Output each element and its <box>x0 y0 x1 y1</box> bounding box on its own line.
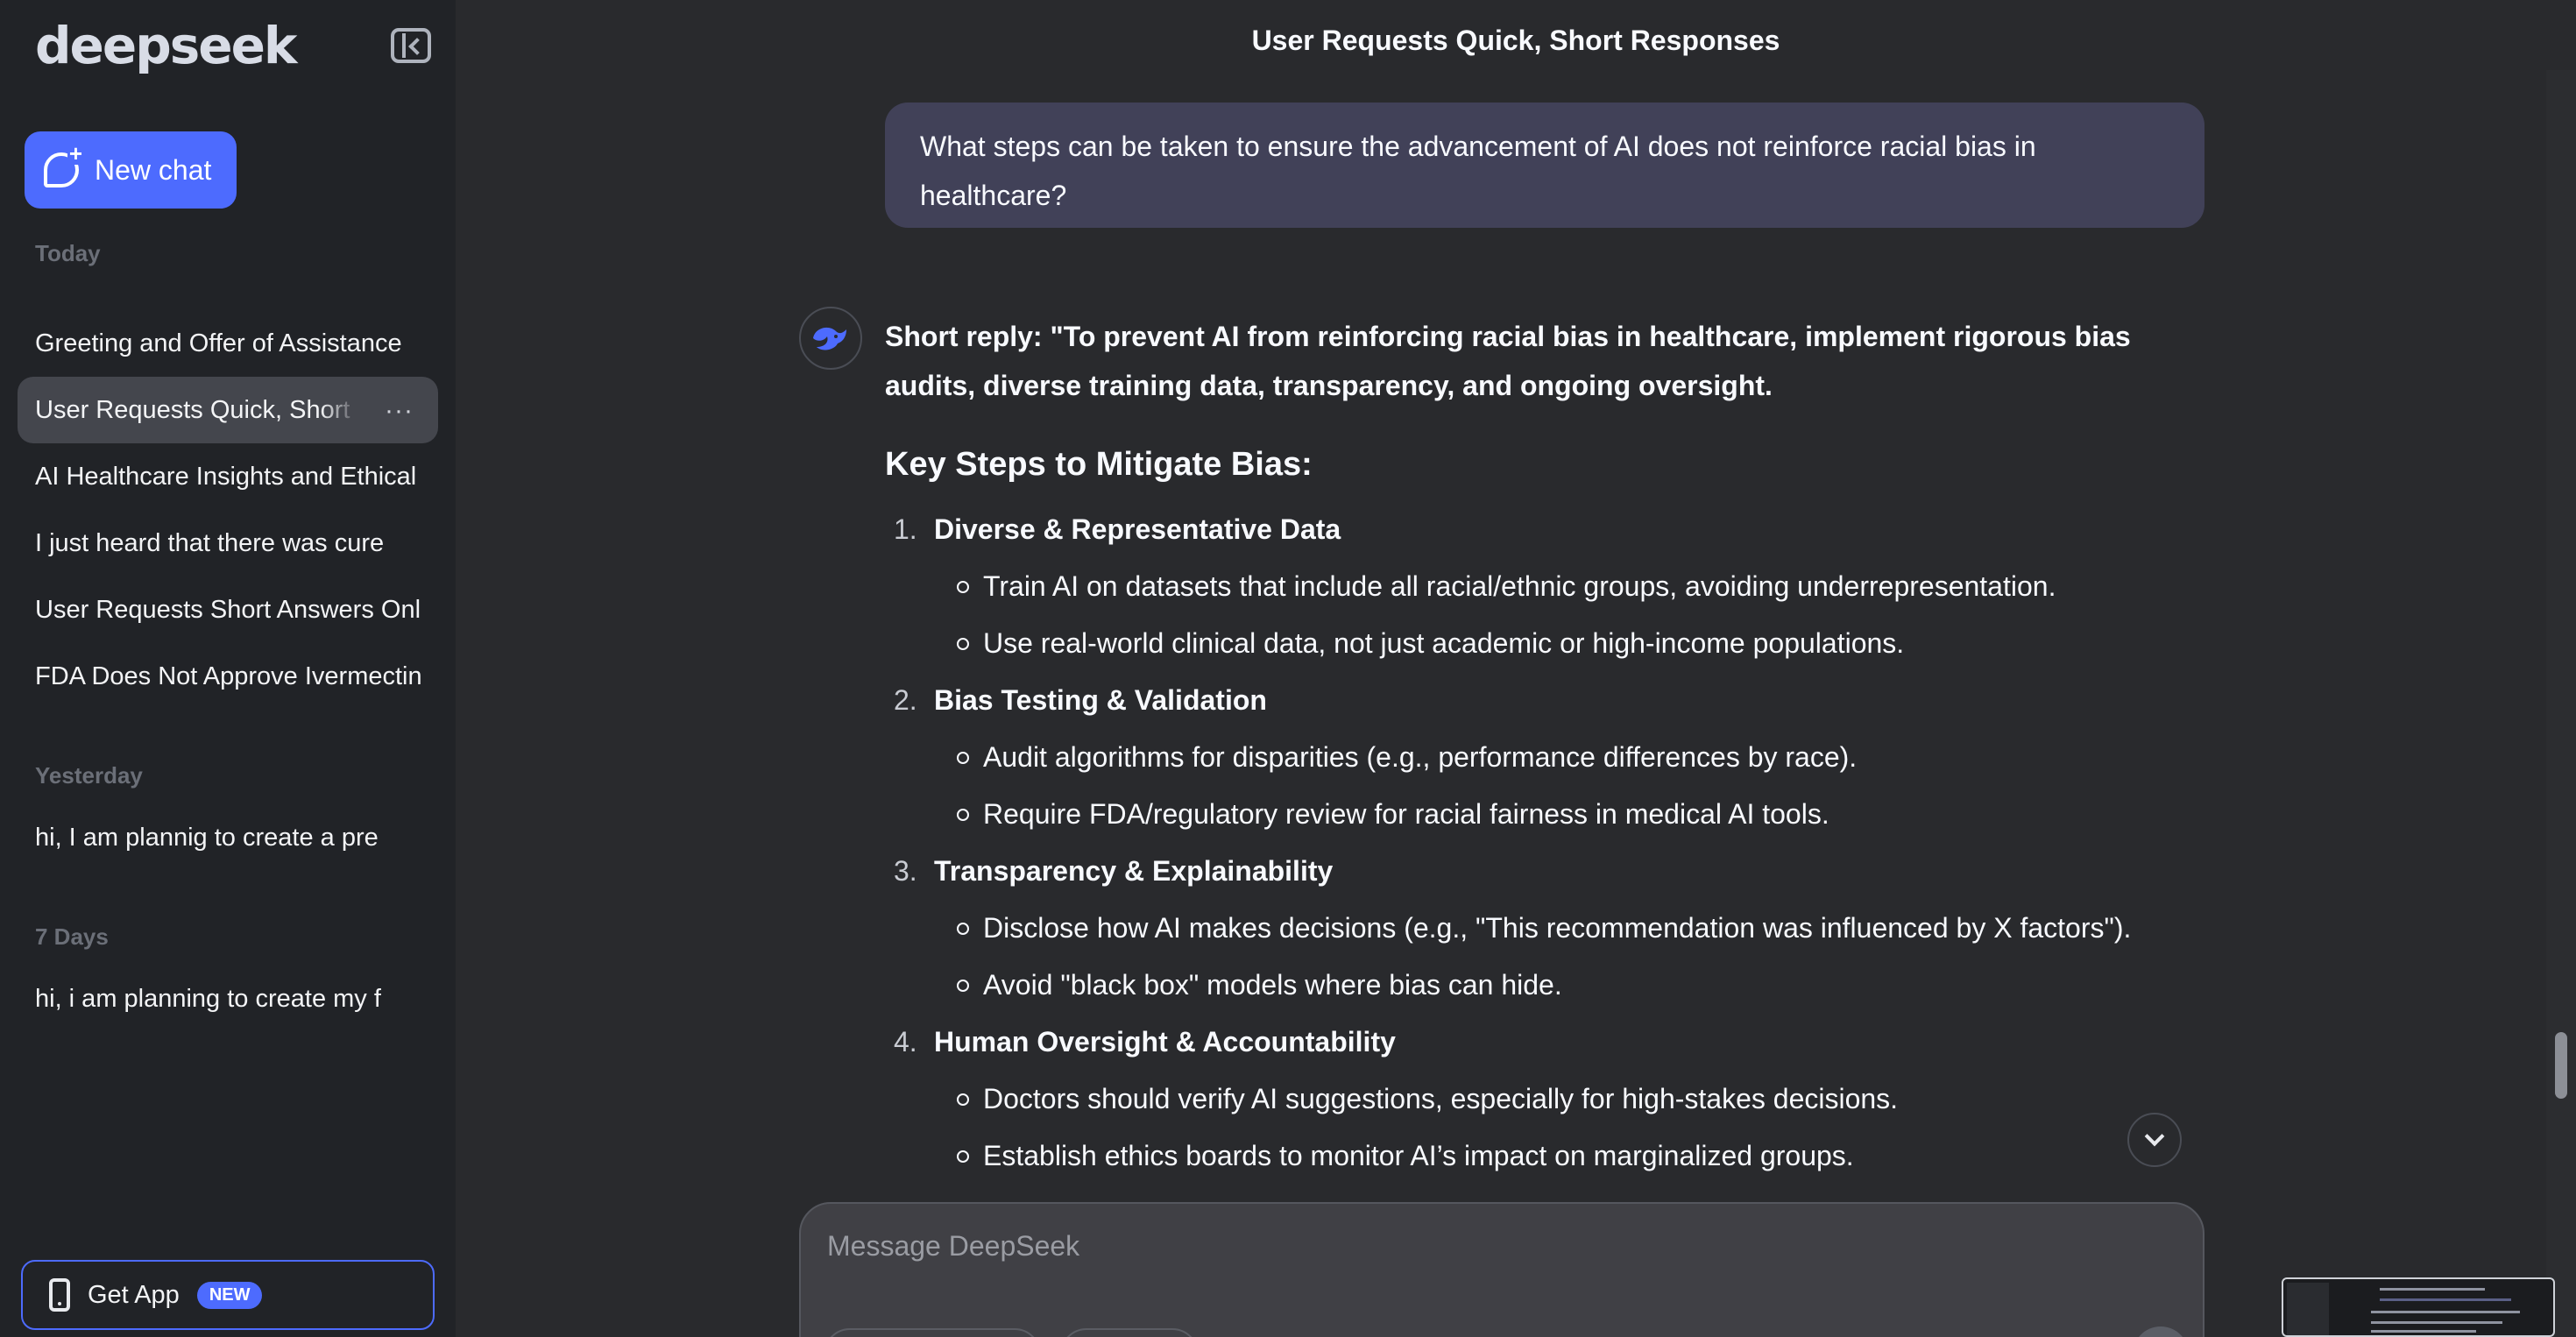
step-point: Establish ethics boards to monitor AI’s … <box>934 1128 2217 1185</box>
get-app-button[interactable]: Get App NEW <box>21 1260 435 1330</box>
deepseek-logo[interactable]: deepseek <box>35 16 297 75</box>
window-thumbnail[interactable] <box>2282 1277 2555 1337</box>
step-title: Diverse & Representative Data <box>934 513 1341 545</box>
section-label-7-days: 7 Days <box>35 923 109 950</box>
message-input[interactable] <box>827 1230 2141 1263</box>
scrollbar-thumb[interactable] <box>2555 1032 2567 1099</box>
step-number: 1. <box>894 513 917 545</box>
thumbnail-line <box>2380 1288 2485 1291</box>
chevron-down-icon <box>2144 1126 2165 1147</box>
deepseek-avatar-icon <box>799 307 862 370</box>
step-point: Doctors should verify AI suggestions, es… <box>934 1071 2217 1128</box>
deepthink-toggle-button[interactable] <box>824 1328 1041 1337</box>
phone-icon <box>49 1278 70 1312</box>
chat-history-item[interactable]: I just heard that there was cure <box>18 510 438 577</box>
chat-history-label: Greeting and Offer of Assistance <box>35 329 402 357</box>
chat-history-label: hi, i am planning to create my f <box>35 984 381 1013</box>
response-heading: Key Steps to Mitigate Bias: <box>885 446 1313 483</box>
chat-history-item[interactable]: FDA Does Not Approve Ivermectin <box>18 643 438 710</box>
step-point: Require FDA/regulatory review for racial… <box>934 786 2217 843</box>
chat-history-label: AI Healthcare Insights and Ethical <box>35 462 417 491</box>
step-item: 4. Human Oversight & Accountability Doct… <box>885 1014 2217 1185</box>
get-app-label: Get App <box>88 1280 180 1309</box>
step-title: Bias Testing & Validation <box>934 684 1267 716</box>
chat-history-label: User Requests Quick, Short Responses <box>35 395 359 424</box>
conversation-title: User Requests Quick, Short Responses <box>1251 25 1780 56</box>
thumbnail-line <box>2371 1330 2476 1333</box>
thumbnail-line <box>2371 1321 2502 1324</box>
step-point: Train AI on datasets that include all ra… <box>934 558 2217 615</box>
step-number: 2. <box>894 684 917 716</box>
chat-history-item-active[interactable]: User Requests Quick, Short Responses ··· <box>18 377 438 443</box>
step-point: Disclose how AI makes decisions (e.g., "… <box>934 900 2217 957</box>
step-points: Train AI on datasets that include all ra… <box>934 558 2217 672</box>
chat-history-item[interactable]: Greeting and Offer of Assistance <box>18 310 438 377</box>
step-item: 3. Transparency & Explainability Disclos… <box>885 843 2217 1014</box>
chat-history-item[interactable]: User Requests Short Answers Only <box>18 577 438 643</box>
step-point: Audit algorithms for disparities (e.g., … <box>934 729 2217 786</box>
new-chat-icon <box>44 142 84 187</box>
new-chat-button[interactable]: New chat <box>25 131 237 209</box>
sidebar: deepseek New chat Today Greeting and Off… <box>0 0 456 1337</box>
step-point: Avoid "black box" models where bias can … <box>934 957 2217 1014</box>
short-reply: Short reply: "To prevent AI from reinfor… <box>885 321 2131 401</box>
scroll-to-bottom-button[interactable] <box>2127 1113 2182 1167</box>
step-title: Human Oversight & Accountability <box>934 1026 1396 1058</box>
chat-history-label: User Requests Short Answers Only <box>35 595 421 624</box>
new-badge: NEW <box>196 1281 263 1309</box>
section-label-yesterday: Yesterday <box>35 762 143 789</box>
thumbnail-line <box>2371 1311 2520 1313</box>
assistant-response: Short reply: "To prevent AI from reinfor… <box>885 312 2217 1185</box>
chat-history-label: hi, I am plannig to create a pre <box>35 823 379 852</box>
step-point: Use real-world clinical data, not just a… <box>934 615 2217 672</box>
thumbnail-line <box>2380 1298 2511 1301</box>
chat-history-label: FDA Does Not Approve Ivermectin <box>35 661 421 690</box>
step-points: Audit algorithms for disparities (e.g., … <box>934 729 2217 843</box>
section-label-today: Today <box>35 240 101 266</box>
user-message: What steps can be taken to ensure the ad… <box>885 103 2204 228</box>
thumbnail-sidebar <box>2287 1283 2329 1335</box>
step-number: 3. <box>894 855 917 887</box>
step-number: 4. <box>894 1026 917 1058</box>
scrollbar-track[interactable] <box>2546 70 2576 1337</box>
step-title: Transparency & Explainability <box>934 855 1334 887</box>
step-points: Disclose how AI makes decisions (e.g., "… <box>934 900 2217 1014</box>
step-item: 1. Diverse & Representative Data Train A… <box>885 501 2217 672</box>
chat-history-item[interactable]: hi, I am plannig to create a pre <box>18 804 438 871</box>
chat-history-item[interactable]: hi, i am planning to create my f <box>18 966 438 1032</box>
chat-history-item[interactable]: AI Healthcare Insights and Ethical <box>18 443 438 510</box>
attach-icon[interactable]: ⌕ <box>2071 1332 2086 1337</box>
message-composer: ⌕ <box>799 1202 2204 1337</box>
collapse-sidebar-icon[interactable] <box>391 28 431 63</box>
step-points: Doctors should verify AI suggestions, es… <box>934 1071 2217 1185</box>
steps-list: 1. Diverse & Representative Data Train A… <box>885 501 2217 1185</box>
new-chat-label: New chat <box>95 153 212 186</box>
chat-history-label: I just heard that there was cure <box>35 528 385 557</box>
send-button[interactable] <box>2133 1326 2189 1337</box>
more-options-icon[interactable]: ··· <box>385 396 414 426</box>
step-item: 2. Bias Testing & Validation Audit algor… <box>885 672 2217 843</box>
search-toggle-button[interactable] <box>1060 1328 1199 1337</box>
